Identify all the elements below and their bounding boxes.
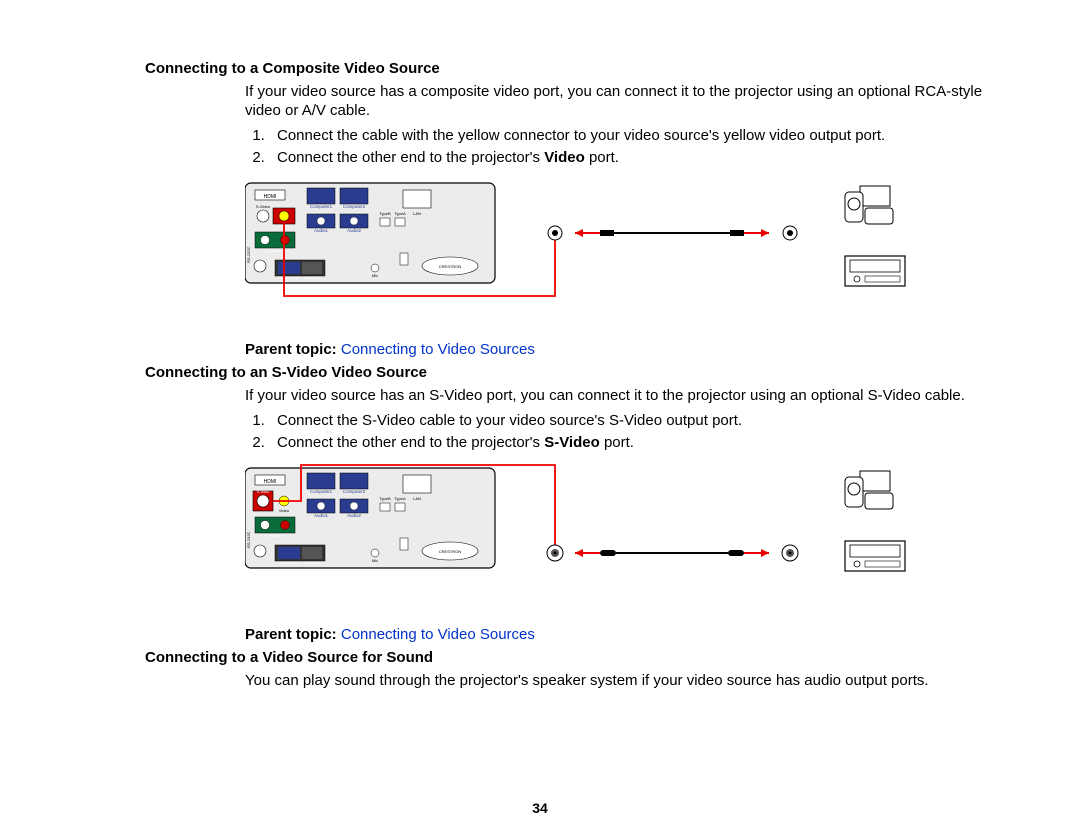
svg-text:Audio1: Audio1: [314, 513, 329, 518]
step-text: Connect the other end to the projector's: [277, 434, 544, 451]
svg-text:Monitor Out: Monitor Out: [279, 561, 300, 565]
intro-sound: You can play sound through the projector…: [245, 672, 990, 691]
svg-text:Monitor Out: Monitor Out: [279, 276, 300, 280]
list-item: Connect the cable with the yellow connec…: [269, 127, 990, 146]
svg-text:Computer1: Computer1: [310, 204, 333, 209]
intro-composite: If your video source has a composite vid…: [245, 83, 990, 121]
svg-text:Computer2: Computer2: [343, 489, 366, 494]
diagram-composite: HDMI Computer1 Computer2 S-Video Video A…: [245, 178, 990, 323]
steps-svideo: Connect the S-Video cable to your video …: [245, 412, 990, 454]
heading-sound: Connecting to a Video Source for Sound: [145, 649, 990, 666]
svg-text:HDMI: HDMI: [264, 479, 277, 485]
heading-svideo: Connecting to an S-Video Video Source: [145, 364, 990, 381]
list-item: Connect the other end to the projector's…: [269, 149, 990, 168]
svg-text:CRESTRON: CRESTRON: [439, 264, 462, 269]
svg-text:LAN: LAN: [413, 211, 421, 216]
page-number: 34: [0, 800, 1080, 816]
svg-text:Computer1: Computer1: [310, 489, 333, 494]
step-bold: S-Video: [544, 434, 600, 451]
svg-text:TypeA: TypeA: [394, 496, 406, 501]
step-text: port.: [585, 149, 619, 166]
step-bold: Video: [544, 149, 585, 166]
svg-text:L-Audio-R: L-Audio-R: [266, 533, 284, 538]
heading-composite: Connecting to a Composite Video Source: [145, 60, 990, 77]
parent-topic-row: Parent topic: Connecting to Video Source…: [245, 341, 990, 360]
svg-text:CRESTRON: CRESTRON: [439, 549, 462, 554]
svg-text:TypeA: TypeA: [394, 211, 406, 216]
svg-text:HDMI: HDMI: [264, 194, 277, 200]
svg-text:S-Video: S-Video: [256, 204, 271, 209]
svg-text:L-Audio-R: L-Audio-R: [266, 248, 284, 253]
svg-text:TypeB: TypeB: [379, 496, 391, 501]
svg-text:RS-232C: RS-232C: [246, 246, 251, 263]
svg-text:Mic: Mic: [372, 558, 378, 563]
svg-text:Computer2: Computer2: [343, 204, 366, 209]
parent-topic-link[interactable]: Connecting to Video Sources: [341, 626, 535, 643]
svg-text:Video: Video: [279, 508, 290, 513]
parent-topic-label: Parent topic:: [245, 341, 341, 358]
svg-text:LAN: LAN: [413, 496, 421, 501]
steps-composite: Connect the cable with the yellow connec…: [245, 127, 990, 169]
svg-text:S-Video: S-Video: [257, 490, 270, 494]
step-text: port.: [600, 434, 634, 451]
parent-topic-link[interactable]: Connecting to Video Sources: [341, 341, 535, 358]
svg-text:Audio1: Audio1: [314, 228, 329, 233]
svg-text:RS-232C: RS-232C: [246, 531, 251, 548]
svg-text:Mic: Mic: [372, 273, 378, 278]
list-item: Connect the other end to the projector's…: [269, 434, 990, 453]
parent-topic-label: Parent topic:: [245, 626, 341, 643]
diagram-svideo: HDMI Computer1 Computer2 S-Video Video A…: [245, 463, 990, 608]
svg-text:Audio2: Audio2: [347, 228, 362, 233]
svg-text:TypeB: TypeB: [379, 211, 391, 216]
intro-svideo: If your video source has an S-Video port…: [245, 387, 990, 406]
svg-text:Audio2: Audio2: [347, 513, 362, 518]
svg-text:Audio Out: Audio Out: [304, 561, 322, 565]
parent-topic-row: Parent topic: Connecting to Video Source…: [245, 626, 990, 645]
step-text: Connect the other end to the projector's: [277, 149, 544, 166]
list-item: Connect the S-Video cable to your video …: [269, 412, 990, 431]
svg-text:Audio Out: Audio Out: [304, 276, 322, 280]
